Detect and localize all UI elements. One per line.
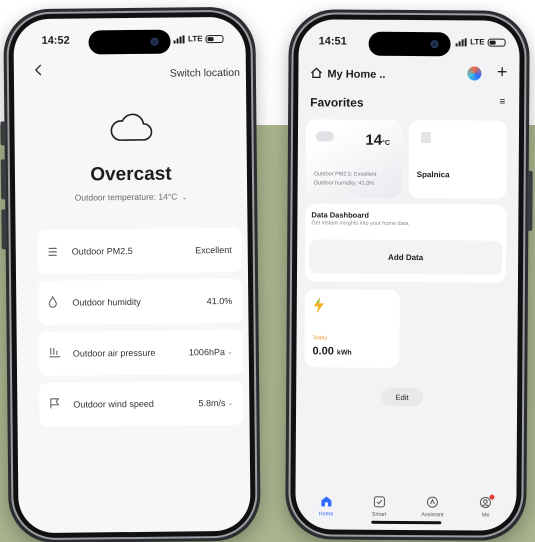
volume-up-button: [0, 159, 7, 200]
status-time: 14:51: [318, 35, 347, 48]
right-phone: 14:51 LTE My Home .. + Favorites ≡ 14°C …: [285, 9, 533, 541]
dashboard-subtitle: Get instant insights into your home data…: [311, 220, 410, 228]
battery-icon: [487, 38, 506, 47]
left-screen: 14:52 LTE Switch location Overcast Outdo…: [13, 16, 251, 534]
metric-label: Outdoor PM2.5: [71, 245, 133, 257]
weather-temperature: 14°C: [365, 132, 390, 149]
back-chevron-icon[interactable]: [34, 63, 44, 80]
outdoor-temperature-selector[interactable]: Outdoor temperature: 14°C ⌄: [15, 191, 247, 203]
network-label: LTE: [470, 37, 485, 47]
action-button: [0, 121, 6, 146]
network-label: LTE: [187, 34, 203, 44]
chevron-down-icon: ⌄: [227, 399, 234, 408]
right-screen: 14:51 LTE My Home .. + Favorites ≡ 14°C …: [295, 19, 520, 531]
battery-icon: [205, 34, 224, 43]
cloud-icon: [107, 111, 153, 148]
chevron-down-icon: ⌄: [181, 194, 188, 202]
metric-value: 41.0%: [206, 295, 233, 307]
list-menu-icon[interactable]: ≡: [499, 97, 505, 108]
metric-value: 1006hPa: [188, 347, 225, 358]
weather-pm25-line: Outdoor PM2.5: Excellent: [313, 171, 377, 178]
signal-icon: [456, 37, 468, 46]
favorites-title: Favorites: [310, 95, 364, 110]
metric-card-wind-speed[interactable]: Outdoor wind speed 5.8m/s ⌄: [39, 380, 244, 427]
chevron-down-icon: ⌄: [226, 348, 233, 357]
metric-card-humidity[interactable]: Outdoor humidity 41.0%: [38, 278, 243, 325]
home-label: My Home ..: [327, 68, 386, 81]
metric-card-air-pressure[interactable]: Outdoor air pressure 1006hPa ⌄: [38, 329, 244, 376]
status-time: 14:52: [41, 34, 70, 47]
status-bar: 14:51 LTE: [299, 35, 520, 53]
volume-down-button: [1, 209, 7, 250]
switch-location-link[interactable]: Switch location: [170, 67, 240, 80]
home-indicator: [370, 520, 441, 525]
house-icon: [310, 67, 322, 81]
tab-bar: Home Smart Assistant Me: [295, 494, 516, 531]
weather-card[interactable]: 14°C Outdoor PM2.5: Excellent Outdoor hu…: [305, 119, 403, 198]
cloud-icon: [315, 131, 335, 142]
metric-value: 5.8m/s: [198, 398, 226, 409]
dashboard-title: Data Dashboard: [311, 210, 369, 220]
power-button: [527, 170, 533, 231]
metric-label: Outdoor humidity: [72, 296, 141, 308]
metric-label: Outdoor air pressure: [72, 347, 156, 359]
tab-home[interactable]: Home: [306, 495, 346, 530]
add-icon[interactable]: +: [497, 62, 508, 83]
pressure-icon: [49, 347, 67, 361]
metric-label: Outdoor wind speed: [73, 398, 154, 410]
energy-value: 0.00 kWh: [312, 345, 351, 357]
device-name: Spalnica: [416, 170, 450, 180]
status-bar: 14:52 LTE: [13, 33, 245, 51]
pm25-icon: ☰: [47, 246, 58, 259]
energy-amount: 0.00: [312, 345, 334, 358]
profile-icon: [479, 494, 495, 510]
tab-label: Home: [318, 511, 334, 518]
weather-humidity-line: Outdoor humidity: 41.0%: [313, 180, 375, 187]
left-phone: 14:52 LTE Switch location Overcast Outdo…: [0, 6, 261, 542]
home-selector[interactable]: My Home ..: [310, 67, 386, 82]
device-card-spalnica[interactable]: Spalnica: [408, 120, 508, 199]
tab-label: Assistant: [421, 512, 444, 519]
temperature-value: 14: [365, 131, 383, 149]
energy-card[interactable]: Today 0.00 kWh: [304, 289, 400, 368]
data-dashboard-card: Data Dashboard Get instant insights into…: [304, 203, 507, 283]
temperature-unit: °C: [382, 139, 390, 147]
signal-icon: [174, 34, 186, 44]
energy-unit: kWh: [336, 349, 352, 357]
assistant-icon: [426, 496, 439, 509]
lightning-icon: [313, 297, 325, 316]
tab-me[interactable]: Me: [466, 494, 506, 530]
edit-button[interactable]: Edit: [381, 387, 424, 407]
wind-flag-icon: [49, 398, 67, 412]
ai-assistant-logo-icon[interactable]: [467, 66, 482, 81]
weather-condition: Overcast: [90, 163, 172, 186]
home-tab-icon: [319, 495, 332, 508]
smart-checkbox-icon: [373, 496, 386, 509]
notification-badge: [489, 494, 495, 500]
tab-label: Me: [481, 512, 490, 519]
metric-value: Excellent: [195, 244, 232, 256]
energy-period: Today: [312, 335, 328, 342]
speaker-icon: [420, 132, 431, 144]
outdoor-temperature-label: Outdoor temperature: 14°C: [74, 191, 178, 203]
droplet-icon: [48, 295, 66, 310]
metric-card-pm25[interactable]: ☰ Outdoor PM2.5 Excellent: [37, 227, 242, 274]
tab-smart[interactable]: Smart: [359, 496, 399, 531]
add-data-button[interactable]: Add Data: [309, 239, 503, 275]
tab-label: Smart: [371, 511, 387, 518]
tab-assistant[interactable]: Assistant: [412, 496, 452, 531]
